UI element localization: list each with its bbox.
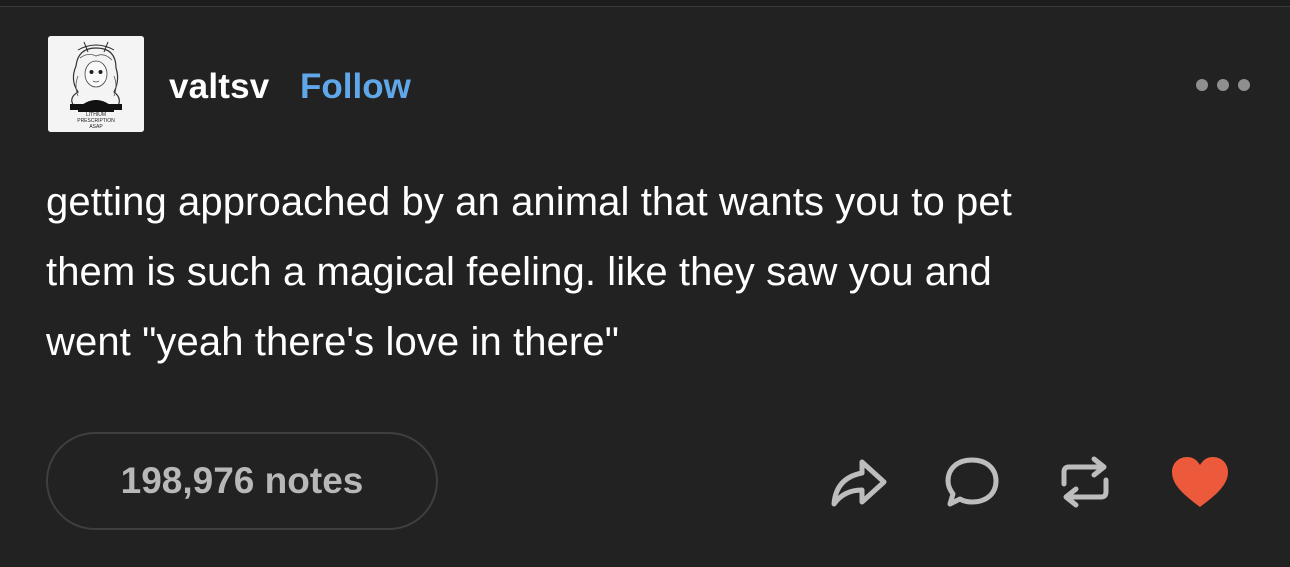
reply-icon xyxy=(945,457,999,507)
reply-button[interactable] xyxy=(942,454,1002,510)
more-dot xyxy=(1196,79,1208,91)
reblog-button[interactable] xyxy=(1055,454,1115,510)
more-dot xyxy=(1217,79,1229,91)
share-icon xyxy=(831,459,887,507)
top-divider xyxy=(0,0,1290,7)
avatar[interactable]: LITHIUM PRESCRIPTION ASAP xyxy=(48,36,144,132)
share-button[interactable] xyxy=(829,454,889,510)
heart-icon xyxy=(1172,457,1228,507)
post-card: LITHIUM PRESCRIPTION ASAP valtsv Follow … xyxy=(0,7,1290,567)
post-actions xyxy=(0,454,1290,510)
avatar-caption: ASAP xyxy=(89,124,103,130)
follow-button[interactable]: Follow xyxy=(300,67,411,107)
username-link[interactable]: valtsv xyxy=(169,67,269,107)
post-header: LITHIUM PRESCRIPTION ASAP valtsv Follow xyxy=(48,36,1258,132)
avatar-drawing: LITHIUM PRESCRIPTION ASAP xyxy=(48,36,144,132)
more-options-icon[interactable] xyxy=(1196,77,1250,93)
like-button[interactable] xyxy=(1170,454,1230,510)
reblog-icon xyxy=(1061,456,1109,508)
post-body-text: getting approached by an animal that wan… xyxy=(46,180,1012,364)
more-dot xyxy=(1238,79,1250,91)
